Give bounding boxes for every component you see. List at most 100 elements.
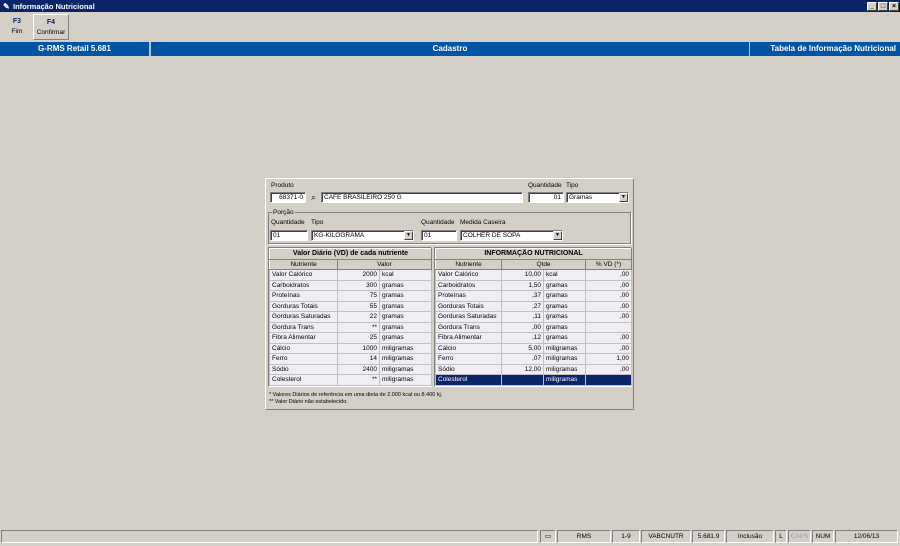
table-row[interactable]: Sódio 12,00 miligramas ,00: [435, 363, 633, 375]
nutrient-unit: gramas: [543, 321, 586, 333]
nutrient-value: 22: [337, 311, 380, 323]
nutrient-vd: ,00: [584, 290, 633, 302]
nutrient-name: Valor Calórico: [269, 269, 338, 281]
nutrient-unit: gramas: [379, 290, 432, 302]
table-row[interactable]: Proteínas ,37 gramas ,00: [435, 290, 633, 302]
nutrient-name: Valor Calórico: [435, 269, 502, 281]
clipboard-icon[interactable]: ▭: [540, 530, 556, 543]
nutrient-qty: [501, 374, 544, 386]
table-row[interactable]: Cálcio 5,00 miligramas ,00: [435, 342, 633, 354]
nutrient-vd: ,00: [584, 279, 633, 291]
table-row[interactable]: Ferro ,07 miligramas 1,00: [435, 353, 633, 365]
confirmar-key: F4: [46, 19, 56, 26]
table-row[interactable]: Gorduras Saturadas 22 gramas: [269, 311, 432, 323]
nutrient-name: Cálcio: [435, 342, 502, 354]
info-col-qtde[interactable]: Qtde: [501, 258, 586, 270]
nutrient-name: Cálcio: [269, 342, 338, 354]
nutrient-qty: 5,00: [501, 342, 544, 354]
nutrient-unit: miligramas: [379, 353, 432, 365]
quantidade-field[interactable]: 01: [528, 192, 564, 203]
nutrient-unit: gramas: [543, 332, 586, 344]
table-row[interactable]: Carboidratos 300 gramas: [269, 279, 432, 291]
table-row[interactable]: Gordura Trans ** gramas: [269, 321, 432, 333]
nutrient-name: Gorduras Saturadas: [269, 311, 338, 323]
confirmar-label: Confirmar: [36, 29, 66, 36]
binoculars-icon[interactable]: ⌕: [308, 192, 319, 203]
nutrient-name: Carboidratos: [269, 279, 338, 291]
produto-description-field[interactable]: CAFE BRASILEIRO 250 G: [321, 192, 523, 203]
produto-label: Produto: [271, 182, 294, 189]
table-row[interactable]: Gorduras Totais 55 gramas: [269, 300, 432, 312]
vd-col-nutriente[interactable]: Nutriente: [269, 258, 338, 270]
tipo-select[interactable]: Gramas ▼: [566, 192, 629, 203]
table-row[interactable]: Gorduras Saturadas ,11 gramas ,00: [435, 311, 633, 323]
chevron-down-icon[interactable]: ▼: [553, 231, 562, 240]
fim-label: Fim: [11, 28, 23, 35]
window-title: Informação Nutricional: [13, 1, 95, 11]
porcao-tipo-select[interactable]: KG-KILOGRAMA ▼: [311, 230, 414, 241]
nutrient-unit: miligramas: [543, 353, 586, 365]
table-row[interactable]: Proteínas 75 gramas: [269, 290, 432, 302]
fim-button[interactable]: F3 Fim: [2, 14, 32, 40]
nutrient-name: Sódio: [269, 363, 338, 375]
nutrient-unit: gramas: [379, 332, 432, 344]
table-row[interactable]: Carboidratos 1,50 gramas ,00: [435, 279, 633, 291]
nutrient-qty: 10,00: [501, 269, 544, 281]
nutrient-vd: ,00: [584, 363, 633, 375]
table-row[interactable]: Colesterol miligramas: [435, 374, 633, 386]
chevron-down-icon[interactable]: ▼: [619, 193, 628, 202]
nutrient-unit: gramas: [379, 311, 432, 323]
medida-caseira-value: COLHER DE SOPA: [463, 232, 521, 239]
table-row[interactable]: Gordura Trans ,00 gramas: [435, 321, 633, 333]
status-caps: CAPS: [788, 530, 811, 543]
nutrient-unit: miligramas: [543, 363, 586, 375]
medida-caseira-select[interactable]: COLHER DE SOPA ▼: [460, 230, 563, 241]
porcao-quantidade-field[interactable]: 01: [270, 230, 308, 241]
nutrient-name: Proteínas: [435, 290, 502, 302]
nutrient-unit: miligramas: [543, 342, 586, 354]
table-row[interactable]: Sódio 2400 miligramas: [269, 363, 432, 375]
application-window: ✎ Informação Nutricional _ □ × F3 Fim F4…: [0, 0, 900, 546]
maximize-button[interactable]: □: [878, 1, 888, 11]
status-bar: ▭ RMS 1-9 VABCNUTR 5.681.9 Inclusão L CA…: [0, 529, 900, 544]
nutrient-name: Carboidratos: [435, 279, 502, 291]
nutrient-unit: gramas: [379, 321, 432, 333]
table-row[interactable]: Fibra Alimentar 25 gramas: [269, 332, 432, 344]
app-icon: ✎: [3, 1, 10, 11]
nutrient-name: Colesterol: [269, 374, 338, 386]
footnote-vd: * Valores Diários de referência em uma d…: [269, 392, 443, 398]
info-col-vd[interactable]: % VD (*): [584, 258, 633, 270]
chevron-down-icon[interactable]: ▼: [404, 231, 413, 240]
nutrient-value: 2400: [337, 363, 380, 375]
info-col-nutriente[interactable]: Nutriente: [435, 258, 502, 270]
nutrient-qty: ,27: [501, 300, 544, 312]
table-row[interactable]: Valor Calórico 2000 kcal: [269, 269, 432, 281]
nutrient-unit: miligramas: [379, 374, 432, 386]
porcao-quantidade2-label: Quantidade: [421, 219, 455, 226]
table-row[interactable]: Cálcio 1000 miligramas: [269, 342, 432, 354]
vd-col-valor[interactable]: Valor: [337, 258, 432, 270]
vd-grid[interactable]: Valor Diário (VD) de cada nutriente Nutr…: [268, 247, 432, 387]
nutrient-name: Gordura Trans: [269, 321, 338, 333]
nutrient-vd: ,00: [584, 342, 633, 354]
table-row[interactable]: Fibra Alimentar ,12 gramas ,00: [435, 332, 633, 344]
nutrient-value: 25: [337, 332, 380, 344]
porcao-quantidade2-field[interactable]: 01: [421, 230, 457, 241]
table-row[interactable]: Ferro 14 miligramas: [269, 353, 432, 365]
nutrient-unit: gramas: [543, 300, 586, 312]
nutrient-vd: [584, 321, 633, 333]
table-row[interactable]: Gorduras Totais ,27 gramas ,00: [435, 300, 633, 312]
nutrient-name: Gordura Trans: [435, 321, 502, 333]
minimize-button[interactable]: _: [867, 1, 877, 11]
title-bar: ✎ Informação Nutricional _ □ ×: [0, 0, 900, 12]
close-button[interactable]: ×: [889, 1, 899, 11]
table-row[interactable]: Colesterol ** miligramas: [269, 374, 432, 386]
produto-code-field[interactable]: 68371-0: [270, 192, 306, 203]
nutrient-qty: ,07: [501, 353, 544, 365]
confirmar-button[interactable]: F4 Confirmar: [33, 14, 69, 40]
nutrient-value: 300: [337, 279, 380, 291]
nutrient-qty: ,00: [501, 321, 544, 333]
nutrient-vd: 1,00: [584, 353, 633, 365]
info-grid[interactable]: INFORMAÇÃO NUTRICIONAL Nutriente Qtde % …: [434, 247, 633, 387]
table-row[interactable]: Valor Calórico 10,00 kcal ,00: [435, 269, 633, 281]
